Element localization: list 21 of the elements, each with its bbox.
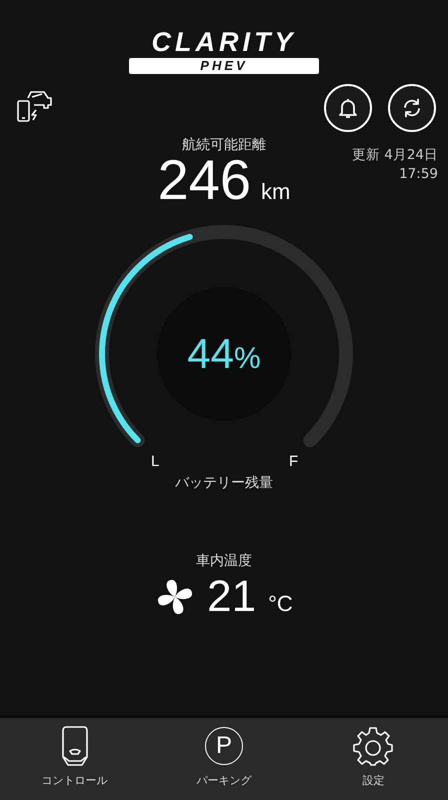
settings-icon [353,727,394,767]
parking-icon: P [204,727,243,765]
range-unit: km [261,179,290,205]
bell-icon [336,96,360,120]
update-date: 更新 4月24日 [352,146,438,165]
temp-unit: °C [268,591,293,617]
tab-item[interactable]: 設定 [298,718,448,800]
cabin-temp-label: 車内温度 [196,552,252,570]
key-fob-icon [60,725,89,767]
low-label: L [151,453,160,470]
phone-car-icon[interactable] [16,88,52,124]
full-label: F [289,453,298,470]
tab-item[interactable]: P パーキング [149,718,299,800]
battery-label: バッテリー残量 [175,474,273,492]
update-time: 17:59 [399,165,438,184]
logo-badge: PHEV [129,58,319,74]
notifications-button[interactable] [324,84,372,132]
refresh-button[interactable] [388,84,436,132]
logo-title: CLARITY [152,28,296,56]
tab-item[interactable]: コントロール [0,718,150,800]
cabin-temp-value: 21 [207,574,256,620]
